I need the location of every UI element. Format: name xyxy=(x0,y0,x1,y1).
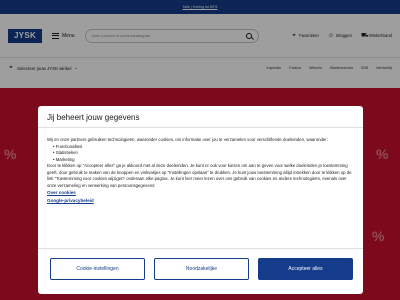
dialog-body: Wij en onze partners gebruiken technolog… xyxy=(47,137,355,204)
purpose-list: Functionaliteit Statistieken Marketing xyxy=(47,144,355,164)
about-cookies-link[interactable]: Over cookies xyxy=(47,189,355,196)
divider xyxy=(38,248,363,249)
google-privacy-link[interactable]: Google-privacybeleid xyxy=(47,197,355,204)
accept-all-button[interactable]: Accepteer alles xyxy=(258,258,353,280)
dialog-title: Jij beheert jouw gegevens xyxy=(47,113,140,122)
intro-text: Wij en onze partners gebruiken technolog… xyxy=(47,137,328,142)
policy-links: Over cookies Google-privacybeleid xyxy=(47,189,355,204)
necessary-only-button[interactable]: Noodzakelijke xyxy=(154,258,249,280)
consent-paragraph: Door te klikken op "Accepteer alles" ga … xyxy=(47,163,352,188)
cookie-settings-button[interactable]: Cookie-instellingen xyxy=(50,258,145,280)
dialog-buttons: Cookie-instellingen Noodzakelijke Accept… xyxy=(50,258,353,280)
divider xyxy=(38,127,363,128)
cookie-consent-dialog: Jij beheert jouw gegevens Wij en onze pa… xyxy=(38,106,363,294)
